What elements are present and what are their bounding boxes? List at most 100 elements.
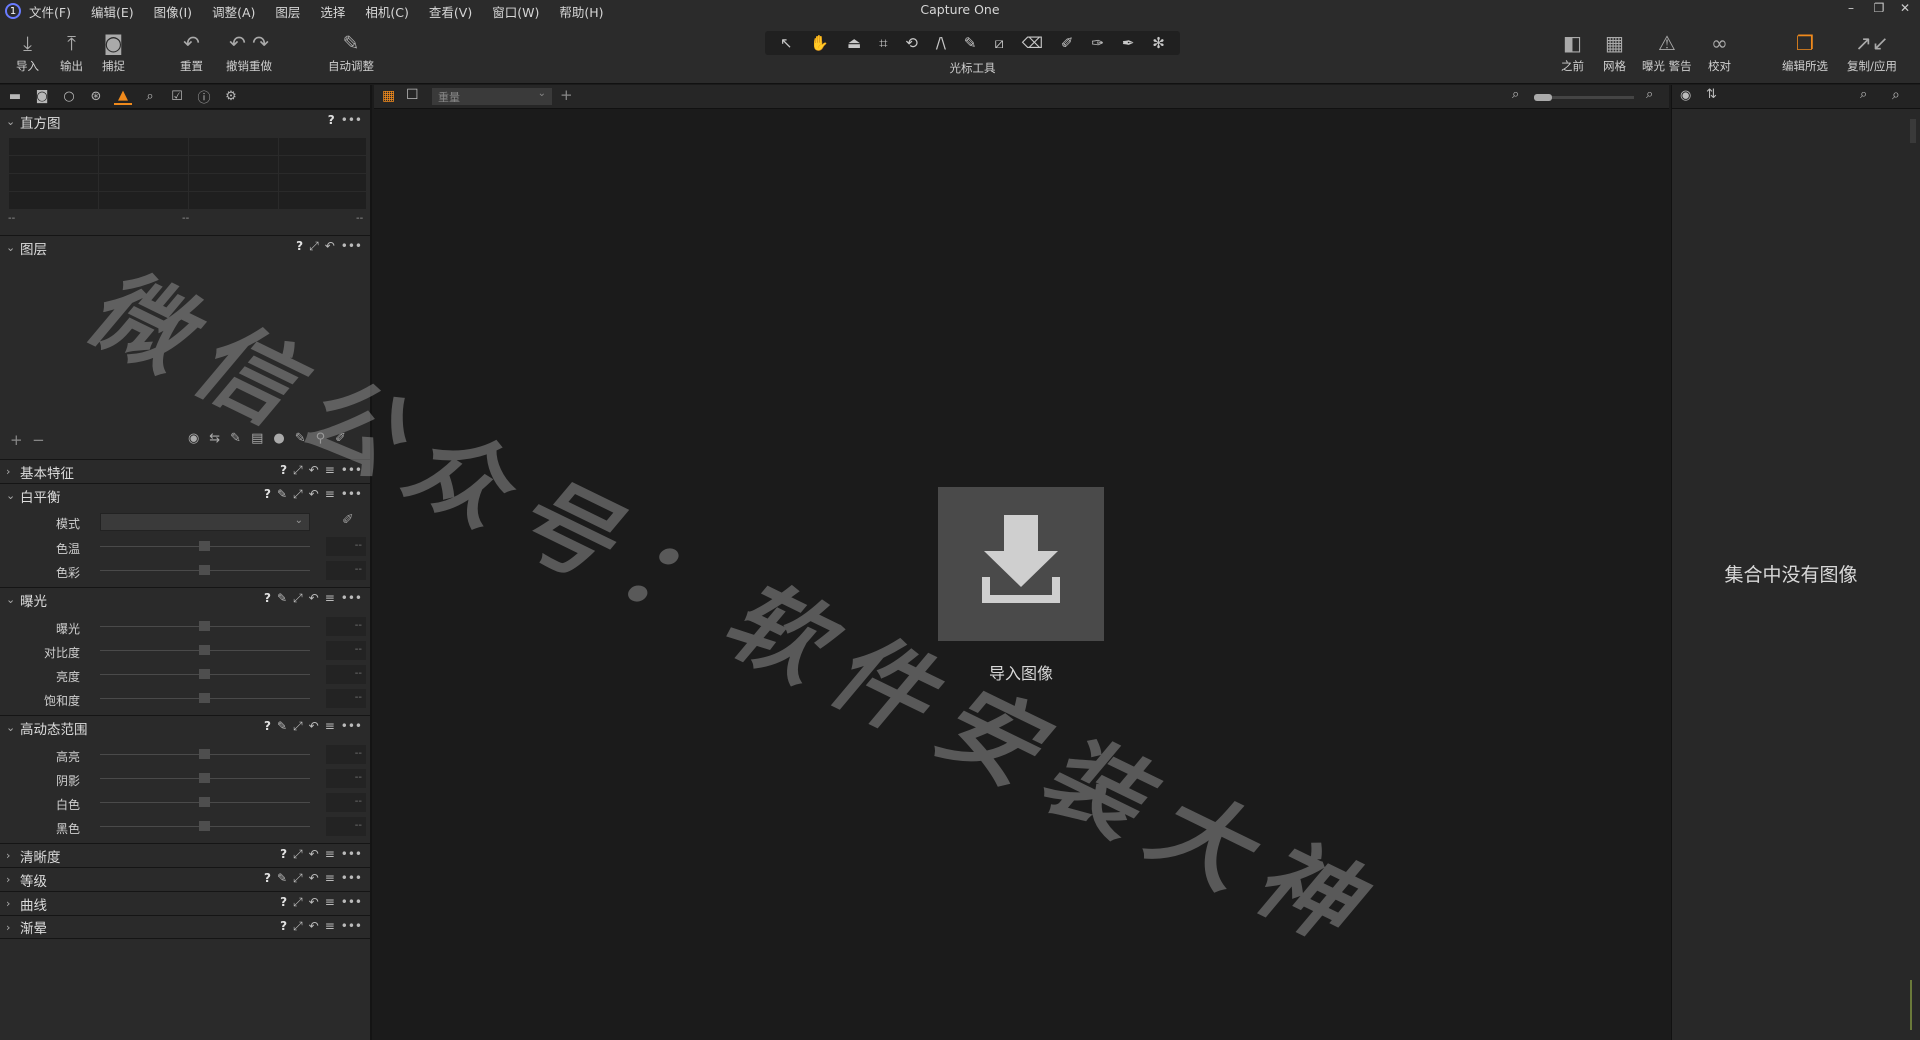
help-icon[interactable]: ? [280, 463, 287, 478]
rotate-icon[interactable]: ⟲ [905, 34, 918, 52]
more-icon[interactable]: ••• [341, 591, 362, 606]
zoom-in-icon[interactable]: ⌕ [1646, 87, 1653, 102]
presets-icon[interactable]: ≡ [325, 591, 335, 606]
presets-icon[interactable]: ≡ [325, 847, 335, 862]
help-icon[interactable]: ? [264, 591, 271, 606]
details-tab-icon[interactable]: ⌕ [141, 89, 159, 104]
contrast-knob[interactable] [199, 645, 210, 655]
thumbnail-size-knob[interactable] [1534, 94, 1552, 101]
settings-tab-icon[interactable]: ⚙ [222, 89, 240, 104]
export-button[interactable]: ⤒ 输出 [60, 30, 83, 74]
help-icon[interactable]: ? [296, 239, 303, 254]
wb-tint-value[interactable]: -- [326, 561, 366, 580]
menu-adjust[interactable]: 调整(A) [212, 2, 255, 21]
more-icon[interactable]: ••• [341, 113, 362, 127]
undo-redo-button[interactable]: ↶ ↷ 撤销重做 [226, 30, 272, 74]
contrast-value[interactable]: -- [326, 641, 366, 660]
edit-icon[interactable]: ✎ [277, 719, 287, 734]
more-icon[interactable]: ••• [341, 487, 362, 502]
reset-button[interactable]: ↶ 重置 [180, 30, 203, 74]
capture-tab-icon[interactable]: ◙ [33, 89, 51, 104]
shadow-knob[interactable] [199, 773, 210, 783]
eraser-icon[interactable]: ⌫ [1022, 34, 1043, 52]
color-picker-icon[interactable]: ✐ [1061, 34, 1074, 52]
close-icon[interactable]: ✕ [1894, 1, 1916, 21]
more-icon[interactable]: ••• [341, 239, 362, 254]
layers-header[interactable]: ⌄ 图层 ? ⤢ ↶ ••• [0, 235, 370, 259]
brush-icon[interactable]: ✎ [964, 34, 977, 52]
restore-icon[interactable]: ❐ [1868, 1, 1890, 21]
eye-icon[interactable]: ◉ [1680, 88, 1691, 103]
pop-out-icon[interactable]: ⤢ [293, 847, 303, 862]
gradient-icon[interactable]: ⧄ [994, 34, 1004, 52]
exposure-warning-button[interactable]: ⚠ 曝光 警告 [1642, 30, 1692, 74]
wb-tint-knob[interactable] [199, 565, 210, 575]
saturation-knob[interactable] [199, 693, 210, 703]
levels-header[interactable]: › 等级 ? ✎ ⤢ ↶ ≡ ••• [0, 867, 370, 891]
grid-button[interactable]: ▦ 网格 [1603, 30, 1626, 74]
minimize-icon[interactable]: – [1840, 1, 1862, 21]
reset-icon[interactable]: ↶ [309, 895, 319, 910]
more-icon[interactable]: ••• [341, 847, 362, 862]
presets-icon[interactable]: ≡ [325, 871, 335, 886]
help-icon[interactable]: ? [280, 847, 287, 862]
curve-header[interactable]: › 曲线 ? ⤢ ↶ ≡ ••• [0, 891, 370, 915]
scrollbar[interactable] [1910, 119, 1916, 143]
add-icon[interactable]: + [560, 86, 573, 104]
help-icon[interactable]: ? [264, 871, 271, 886]
annotate-icon[interactable]: ✻ [1152, 34, 1165, 52]
white-knob[interactable] [199, 797, 210, 807]
exposure-value[interactable]: -- [326, 617, 366, 636]
zoom-out-icon[interactable]: ⌕ [1512, 87, 1519, 102]
wb-temp-knob[interactable] [199, 541, 210, 551]
menu-camera[interactable]: 相机(C) [365, 2, 408, 21]
edit-icon[interactable]: ✎ [277, 591, 287, 606]
select-cursor-icon[interactable]: ↖ [780, 34, 793, 52]
presets-icon[interactable]: ≡ [325, 719, 335, 734]
more-icon[interactable]: ••• [341, 463, 362, 478]
thumbnail-size-slider[interactable] [1534, 94, 1634, 101]
reset-icon[interactable]: ↶ [309, 487, 319, 502]
library-tab-icon[interactable]: ▬ [6, 89, 24, 104]
histogram-header[interactable]: ⌄ 直方图 ? ••• [0, 109, 370, 133]
basic-header[interactable]: › 基本特征 ? ⤢ ↶ ≡ ••• [0, 459, 370, 483]
grid-view-icon[interactable]: ▦ [382, 88, 395, 104]
brightness-knob[interactable] [199, 669, 210, 679]
menu-image[interactable]: 图像(I) [154, 2, 192, 21]
menu-layers[interactable]: 图层 [275, 2, 300, 21]
pop-out-icon[interactable]: ⤢ [293, 871, 303, 886]
wb-temp-value[interactable]: -- [326, 537, 366, 556]
help-icon[interactable]: ? [280, 919, 287, 934]
menu-file[interactable]: 文件(F) [29, 2, 71, 21]
layer-tools[interactable]: ◉⇆✎▤●✎⚲✐ [188, 431, 356, 446]
menu-view[interactable]: 查看(V) [429, 2, 472, 21]
hdr-header[interactable]: ⌄ 高动态范围 ? ✎ ⤢ ↶ ≡ ••• [0, 715, 370, 739]
menu-select[interactable]: 选择 [320, 2, 345, 21]
wb-picker-icon[interactable]: ✐ [342, 512, 354, 528]
presets-icon[interactable]: ≡ [325, 487, 335, 502]
reset-icon[interactable]: ↶ [309, 719, 319, 734]
presets-icon[interactable]: ≡ [325, 463, 335, 478]
import-images-button[interactable] [938, 487, 1104, 641]
filter-zoom-icon[interactable]: ⌕ [1860, 87, 1867, 102]
exposure-tab-icon[interactable]: ▲ [114, 88, 132, 105]
heal-icon[interactable]: ✑ [1091, 34, 1104, 52]
more-icon[interactable]: ••• [341, 919, 362, 934]
help-icon[interactable]: ? [264, 487, 271, 502]
more-icon[interactable]: ••• [341, 719, 362, 734]
more-icon[interactable]: ••• [341, 871, 362, 886]
wb-mode-select[interactable]: ⌄ [100, 513, 310, 531]
menu-window[interactable]: 窗口(W) [492, 2, 539, 21]
help-icon[interactable]: ? [264, 719, 271, 734]
pop-out-icon[interactable]: ⤢ [309, 239, 319, 254]
highlight-value[interactable]: -- [326, 745, 366, 764]
white-value[interactable]: -- [326, 793, 366, 812]
pop-out-icon[interactable]: ⤢ [293, 487, 303, 502]
edit-icon[interactable]: ✎ [277, 487, 287, 502]
highlight-knob[interactable] [199, 749, 210, 759]
reset-icon[interactable]: ↶ [309, 919, 319, 934]
menu-edit[interactable]: 编辑(E) [91, 2, 134, 21]
search-icon[interactable]: ⌕ [1892, 87, 1900, 103]
pop-out-icon[interactable]: ⤢ [293, 719, 303, 734]
reset-icon[interactable]: ↶ [309, 847, 319, 862]
